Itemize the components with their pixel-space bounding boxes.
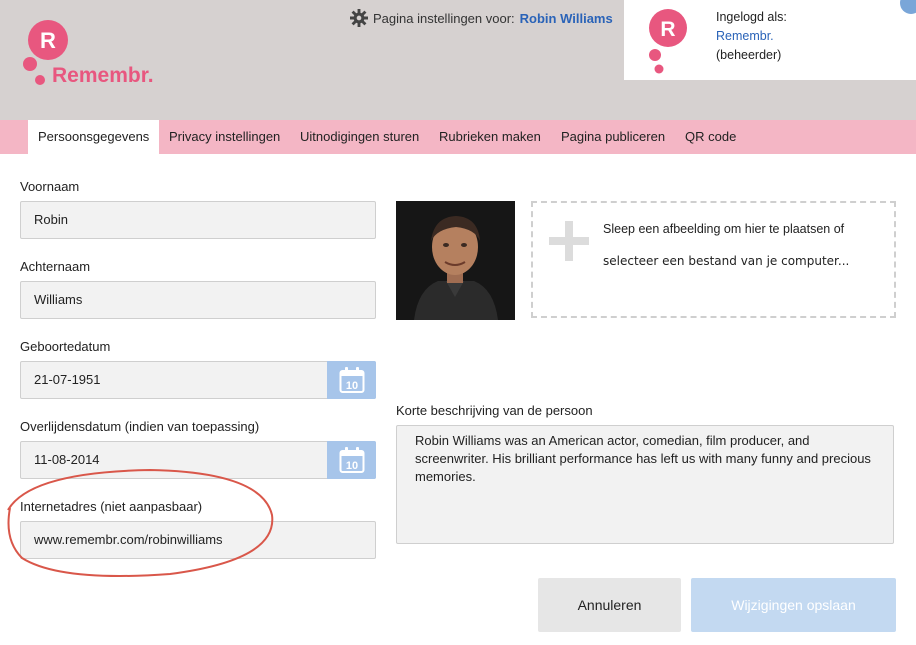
- calendar-icon: 10: [339, 447, 364, 473]
- first-name-input[interactable]: Robin: [20, 201, 376, 239]
- tab-persoonsgegevens[interactable]: Persoonsgegevens: [28, 120, 160, 154]
- death-date-value: 11-08-2014: [34, 452, 100, 467]
- url-label: Internetadres (niet aanpasbaar): [20, 499, 203, 514]
- death-date-label: Overlijdensdatum (indien van toepassing): [20, 419, 260, 434]
- portrait-image: [396, 201, 515, 320]
- dropzone-select-file[interactable]: selecteer een bestand van je computer...: [603, 254, 849, 268]
- svg-text:10: 10: [345, 460, 357, 472]
- page-settings-title: Pagina instellingen voor: Robin Williams: [350, 9, 613, 27]
- tab-privacy-instellingen[interactable]: Privacy instellingen: [159, 120, 290, 154]
- tab-pagina-publiceren[interactable]: Pagina publiceren: [551, 120, 675, 154]
- birth-date-input[interactable]: 21-07-1951 10: [20, 361, 376, 399]
- login-panel: R Ingelogd als: Remembr. (beheerder): [624, 0, 916, 80]
- url-input: www.remembr.com/robinwilliams: [20, 521, 376, 559]
- plus-icon: [549, 221, 589, 261]
- description-label: Korte beschrijving van de persoon: [396, 403, 593, 418]
- svg-text:10: 10: [345, 380, 357, 392]
- death-date-input[interactable]: 11-08-2014 10: [20, 441, 376, 479]
- last-name-input[interactable]: Williams: [20, 281, 376, 319]
- settings-prefix: Pagina instellingen voor:: [373, 10, 515, 26]
- tab-qr-code[interactable]: QR code: [675, 120, 746, 154]
- death-date-calendar-button[interactable]: 10: [327, 441, 376, 479]
- svg-text:R: R: [660, 18, 675, 41]
- page-header: R Remembr. Pagina instellingen voor: Rob…: [0, 0, 916, 120]
- birth-date-calendar-button[interactable]: 10: [327, 361, 376, 399]
- user-avatar: R: [649, 9, 687, 74]
- login-role: (beheerder): [716, 48, 782, 62]
- calendar-icon: 10: [339, 367, 364, 393]
- birth-date-label: Geboortedatum: [20, 339, 111, 354]
- settings-owner-link[interactable]: Robin Williams: [520, 11, 613, 26]
- save-button[interactable]: Wijzigingen opslaan: [691, 578, 896, 632]
- svg-text:Remembr.: Remembr.: [52, 64, 154, 87]
- tab-uitnodigingen-sturen[interactable]: Uitnodigingen sturen: [290, 120, 429, 154]
- last-name-label: Achternaam: [20, 259, 91, 274]
- svg-text:R: R: [40, 28, 56, 53]
- birth-date-value: 21-07-1951: [34, 372, 101, 387]
- login-label: Ingelogd als:: [716, 10, 787, 24]
- tab-rubrieken-maken[interactable]: Rubrieken maken: [429, 120, 551, 154]
- profile-photo[interactable]: [396, 201, 515, 320]
- login-username[interactable]: Remembr.: [716, 27, 787, 46]
- dropzone-text: Sleep een afbeelding om hier te plaatsen…: [603, 222, 845, 236]
- cancel-button[interactable]: Annuleren: [538, 578, 681, 632]
- description-textarea[interactable]: Robin Williams was an American actor, co…: [396, 425, 894, 544]
- gear-icon: [350, 9, 368, 27]
- first-name-label: Voornaam: [20, 179, 80, 194]
- tab-bar: Persoonsgegevens Privacy instellingen Ui…: [0, 120, 916, 154]
- remembr-logo[interactable]: R Remembr.: [18, 18, 168, 88]
- image-dropzone[interactable]: Sleep een afbeelding om hier te plaatsen…: [531, 201, 896, 318]
